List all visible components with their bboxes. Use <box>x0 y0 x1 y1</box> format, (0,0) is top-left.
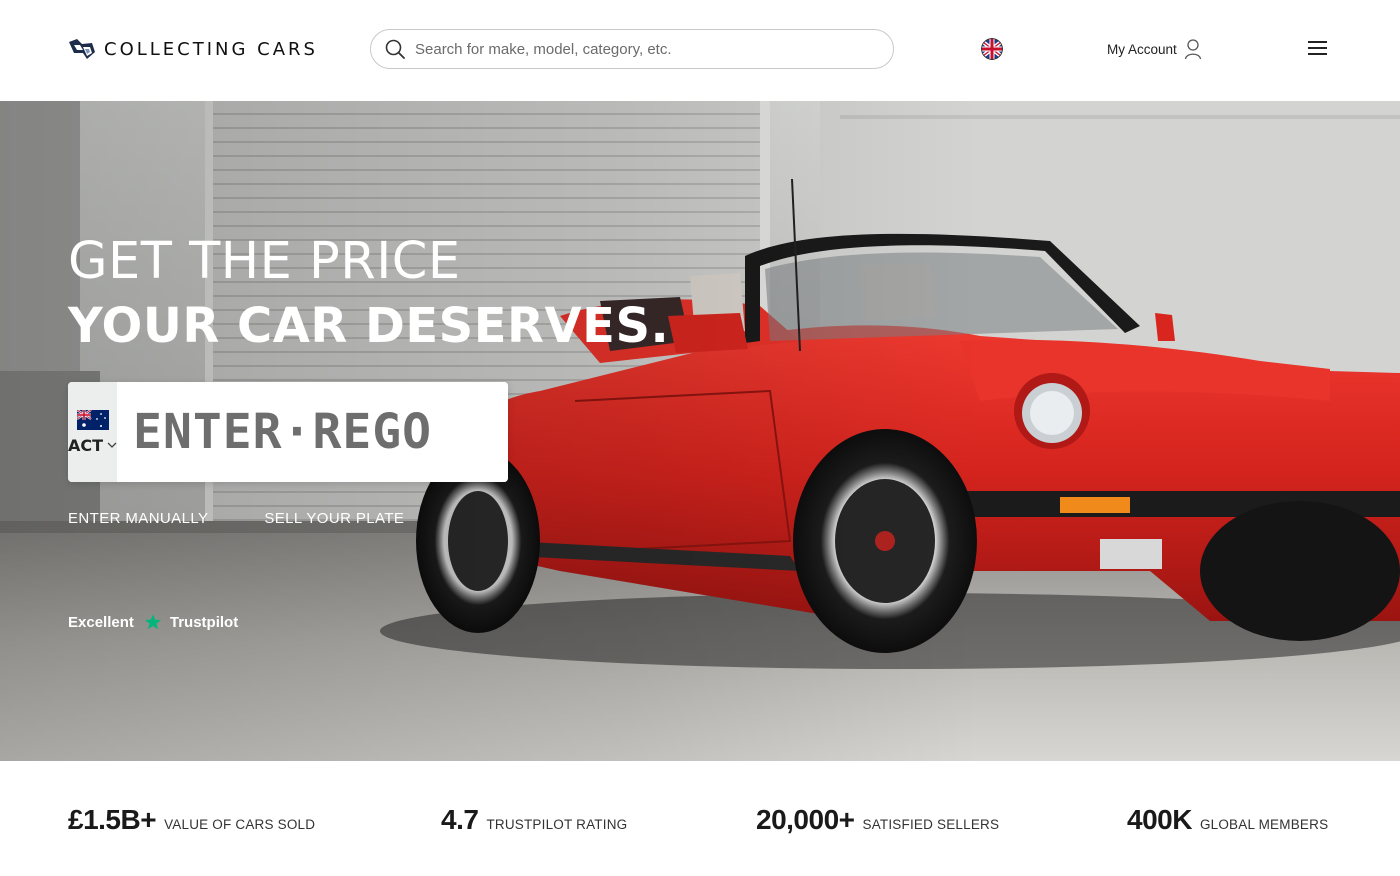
stat-item: 20,000+ SATISFIED SELLERS <box>756 804 999 836</box>
stat-value: 400K <box>1127 804 1192 835</box>
rego-plate-form: ACT <box>68 382 508 482</box>
brand-name: COLLECTING CARS <box>104 38 318 60</box>
enter-manually-link[interactable]: ENTER MANUALLY <box>68 510 208 527</box>
search-bar <box>370 29 894 69</box>
uk-flag-icon <box>981 38 1003 60</box>
trustpilot-badge[interactable]: Excellent Trustpilot <box>68 613 238 631</box>
stat-value: £1.5B+ <box>68 804 157 835</box>
hero-title-line1: GET THE PRICE <box>68 232 461 291</box>
logo-icon <box>69 39 95 59</box>
rego-input[interactable] <box>117 382 508 482</box>
stat-value: 20,000+ <box>756 804 855 835</box>
search-input[interactable] <box>415 40 855 58</box>
hamburger-menu-icon <box>1308 41 1327 55</box>
hero-section: GET THE PRICE YOUR CAR DESERVES. ACT ENT… <box>0 101 1400 761</box>
stat-item: 4.7 TRUSTPILOT RATING <box>441 804 627 836</box>
stat-label: GLOBAL MEMBERS <box>1199 817 1329 832</box>
state-row: ACT <box>68 436 117 455</box>
stat-item: 400K GLOBAL MEMBERS <box>1127 804 1328 836</box>
brand-logo[interactable]: COLLECTING CARS <box>68 36 318 62</box>
hamburger-menu-button[interactable] <box>1308 40 1327 56</box>
hero-title: GET THE PRICE YOUR CAR DESERVES. <box>68 235 669 355</box>
state-selector[interactable]: ACT <box>68 382 118 482</box>
sell-your-plate-link[interactable]: SELL YOUR PLATE <box>264 510 404 527</box>
language-selector[interactable] <box>981 38 1003 60</box>
account-label: My Account <box>1107 41 1177 57</box>
stat-label: SATISFIED SELLERS <box>862 817 1000 832</box>
trust-rating-word: Excellent <box>68 613 134 631</box>
chevron-down-icon <box>107 442 117 448</box>
australia-flag-icon <box>76 409 109 430</box>
star-icon <box>144 614 161 630</box>
my-account-link[interactable]: My Account <box>1107 38 1202 60</box>
stat-label: TRUSTPILOT RATING <box>486 817 628 832</box>
state-code: ACT <box>68 435 104 455</box>
user-icon <box>1184 39 1201 60</box>
stat-item: £1.5B+ VALUE OF CARS SOLD <box>68 804 315 836</box>
search-icon[interactable] <box>385 39 405 59</box>
site-header: COLLECTING CARS My Account <box>0 0 1400 101</box>
trustpilot-brand: Trustpilot <box>169 613 239 631</box>
stats-bar: £1.5B+ VALUE OF CARS SOLD 4.7 TRUSTPILOT… <box>0 761 1400 876</box>
hero-title-line2: YOUR CAR DESERVES. <box>68 298 670 354</box>
hero-links: ENTER MANUALLY SELL YOUR PLATE <box>68 510 404 527</box>
stat-label: VALUE OF CARS SOLD <box>164 817 316 832</box>
stat-value: 4.7 <box>441 804 479 835</box>
